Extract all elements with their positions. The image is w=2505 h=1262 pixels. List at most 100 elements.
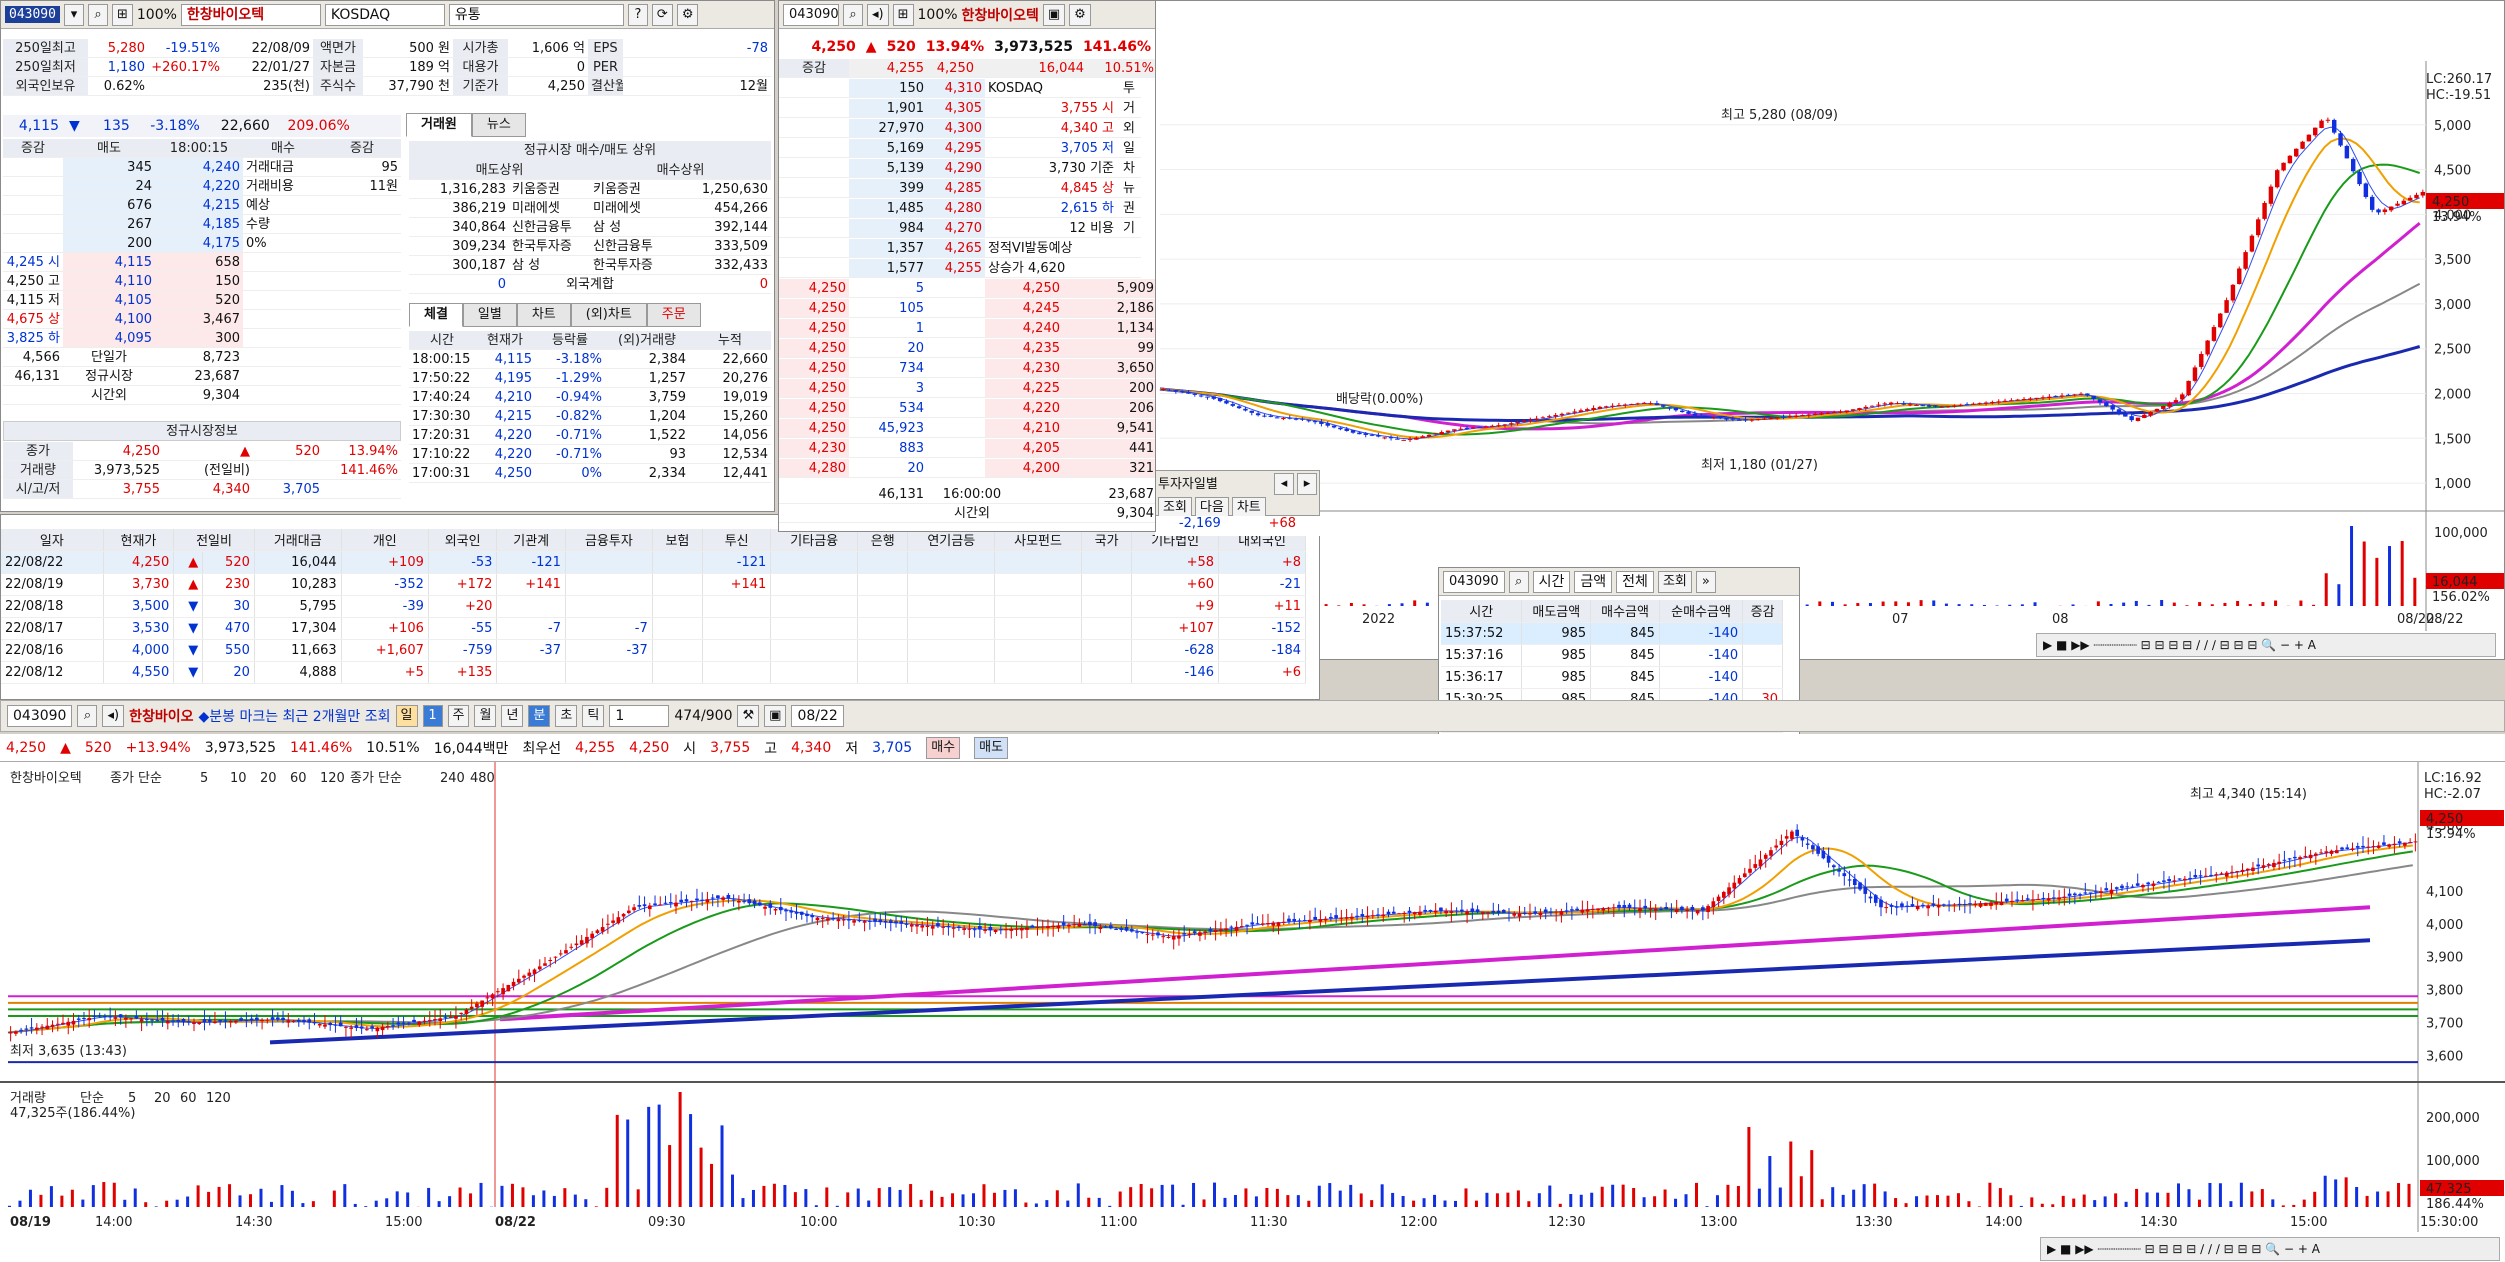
investor-row[interactable]: 22/08/19 3,730 ▲ 230 10,283 -352 +172 +141 +141 +… bbox=[1, 573, 1306, 596]
tab-ticks[interactable]: 체결 bbox=[409, 303, 463, 327]
ask-price[interactable]: 4,305 bbox=[927, 99, 985, 118]
favorite-icon[interactable]: ⊞ bbox=[111, 3, 133, 26]
dropdown-icon[interactable]: ▾ bbox=[63, 3, 84, 26]
prog-query-button[interactable]: 조회 bbox=[1657, 570, 1692, 593]
vertical-tab[interactable]: 외 bbox=[1117, 119, 1141, 138]
prog-row[interactable]: 15:37:52 985 845 -140 bbox=[1441, 622, 1783, 645]
ask-price[interactable]: 4,270 bbox=[927, 219, 985, 238]
ob-settings-icon[interactable]: ⚙ bbox=[1069, 3, 1091, 26]
bid-price[interactable]: 4,240 bbox=[985, 319, 1063, 338]
bid-price[interactable]: 4,115 bbox=[63, 253, 155, 272]
bid-price[interactable]: 4,235 bbox=[985, 339, 1063, 358]
period-year[interactable]: 년 bbox=[501, 705, 524, 727]
investor-row[interactable]: 22/08/22 4,250 ▲ 520 16,044 +109 -53 -121 -121 +5… bbox=[1, 551, 1306, 574]
investor-col-head[interactable]: 보험 bbox=[652, 529, 704, 552]
prog-filter-all[interactable]: 전체 bbox=[1616, 570, 1654, 593]
vertical-tab[interactable]: 권 bbox=[1117, 199, 1141, 218]
ob-speaker-icon[interactable]: ◂) bbox=[867, 3, 889, 26]
refresh-icon[interactable]: ⟳ bbox=[651, 3, 673, 26]
settings-icon[interactable]: ⚙ bbox=[676, 3, 699, 26]
investor-col-head[interactable]: 사모펀드 bbox=[994, 529, 1082, 552]
broker-name[interactable]: 한국투자증 bbox=[509, 237, 590, 256]
bid-price[interactable]: 4,210 bbox=[985, 419, 1063, 438]
tab-news[interactable]: 뉴스 bbox=[471, 113, 526, 137]
ask-price[interactable]: 4,310 bbox=[927, 79, 985, 98]
prog-filter-amount[interactable]: 금액 bbox=[1574, 570, 1613, 593]
ask-price[interactable]: 4,300 bbox=[927, 119, 985, 138]
chart-scroll-controls[interactable]: ▶ ■ ▶▶ ┈┈┈┈┈┈ ⊟ ⊟ ⊟ ⊟ ∕ ∕ ∕ ⊟ ⊟ ⊟ 🔍 − + … bbox=[2036, 633, 2496, 657]
investor-col-head[interactable]: 거래대금 bbox=[254, 529, 342, 552]
period-week[interactable]: 주 bbox=[447, 705, 470, 727]
tab-broker[interactable]: 거래원 bbox=[406, 113, 472, 137]
investor-col-head[interactable]: 기타금융 bbox=[770, 529, 859, 552]
ask-price[interactable]: 4,215 bbox=[155, 196, 243, 215]
bid-price[interactable]: 4,245 bbox=[985, 299, 1063, 318]
ask-price[interactable]: 4,175 bbox=[155, 234, 243, 253]
prog-search-icon[interactable]: ⌕ bbox=[1508, 570, 1529, 593]
broker-name[interactable]: 키움증권 bbox=[509, 180, 590, 199]
vertical-tab[interactable] bbox=[1117, 239, 1141, 258]
broker-name[interactable]: 삼 성 bbox=[590, 218, 671, 237]
bid-price[interactable]: 4,110 bbox=[63, 272, 155, 291]
stock-name-field[interactable]: 한창바이오텍 bbox=[180, 3, 321, 26]
vertical-tab[interactable] bbox=[1117, 259, 1141, 278]
ob-search-icon[interactable]: ⌕ bbox=[843, 3, 863, 26]
vertical-tab[interactable]: 뉴 bbox=[1117, 179, 1141, 198]
ask-price[interactable]: 4,280 bbox=[927, 199, 985, 218]
investor-col-head[interactable]: 은행 bbox=[857, 529, 909, 552]
broker-name[interactable]: 한국투자증 bbox=[590, 256, 671, 275]
prog-row[interactable]: 15:36:17 985 845 -140 bbox=[1441, 666, 1783, 689]
ob-layout-icon[interactable]: ▣ bbox=[1042, 3, 1066, 26]
buy-button[interactable]: 매수 bbox=[926, 736, 961, 759]
bid-price[interactable]: 4,205 bbox=[985, 439, 1063, 458]
period-tick[interactable]: 틱 bbox=[582, 705, 605, 727]
vertical-tab[interactable]: 일 bbox=[1117, 139, 1141, 158]
investor-row[interactable]: 22/08/12 4,550 ▼ 20 4,888 +5 +135 -146 +6 bbox=[1, 661, 1306, 684]
prog-code-input[interactable]: 043090 bbox=[1443, 570, 1505, 593]
ob-fav-icon[interactable]: ⊞ bbox=[892, 3, 914, 26]
tab-chart[interactable]: 차트 bbox=[516, 303, 571, 327]
investor-col-head[interactable]: 투신 bbox=[702, 529, 772, 552]
prog-more-icon[interactable]: » bbox=[1695, 570, 1716, 593]
bid-price[interactable]: 4,200 bbox=[985, 459, 1063, 478]
broker-name[interactable]: 신한금융투 bbox=[509, 218, 590, 237]
ask-price[interactable]: 4,265 bbox=[927, 239, 985, 258]
bid-price[interactable]: 4,250 bbox=[985, 279, 1063, 298]
period-minute[interactable]: 분 bbox=[528, 705, 551, 727]
period-n[interactable]: 1 bbox=[422, 705, 443, 727]
bid-price[interactable]: 4,105 bbox=[63, 291, 155, 310]
mc-tool-icon[interactable]: ⚒ bbox=[737, 705, 760, 727]
investor-col-head[interactable]: 외국인 bbox=[428, 529, 498, 552]
mc-search-icon[interactable]: ⌕ bbox=[77, 705, 98, 727]
investor-col-head[interactable]: 기관계 bbox=[496, 529, 566, 552]
broker-name[interactable]: 미래에셋 bbox=[509, 199, 590, 218]
prog-filter-time[interactable]: 시간 bbox=[1532, 570, 1571, 593]
period-month[interactable]: 월 bbox=[474, 705, 497, 727]
broker-name[interactable]: 미래에셋 bbox=[590, 199, 671, 218]
minute-scroll-controls[interactable]: ▶ ■ ▶▶ ┈┈┈┈┈┈ ⊟ ⊟ ⊟ ⊟ ∕ ∕ ∕ ⊟ ⊟ ⊟ 🔍 − + … bbox=[2040, 1237, 2500, 1261]
bid-price[interactable]: 4,225 bbox=[985, 379, 1063, 398]
investor-col-head[interactable]: 일자 bbox=[1, 529, 104, 552]
investor-row[interactable]: 22/08/17 3,530 ▼ 470 17,304 +106 -55 -7 -7 +107 -1… bbox=[1, 617, 1306, 640]
investor-col-head[interactable]: 금융투자 bbox=[565, 529, 653, 552]
investor-col-head[interactable]: 연기금등 bbox=[907, 529, 996, 552]
help-icon[interactable]: ? bbox=[627, 3, 648, 26]
mc-date-input[interactable]: 08/22 bbox=[791, 705, 844, 727]
stock-code-input[interactable]: 043090 bbox=[5, 6, 60, 23]
ask-price[interactable]: 4,240 bbox=[155, 158, 243, 177]
broker-name[interactable]: 키움증권 bbox=[590, 180, 671, 199]
vertical-tab[interactable]: 거 bbox=[1117, 99, 1141, 118]
vertical-tab[interactable]: 기 bbox=[1117, 219, 1141, 238]
sell-button[interactable]: 매도 bbox=[974, 736, 1009, 759]
prev-icon[interactable]: ◂ bbox=[1274, 473, 1294, 495]
broker-name[interactable]: 신한금융투 bbox=[590, 237, 671, 256]
tab-foreign-chart[interactable]: (외)차트 bbox=[570, 303, 647, 327]
ask-price[interactable]: 4,220 bbox=[155, 177, 243, 196]
ob-code-input[interactable]: 043090 bbox=[783, 3, 839, 26]
ask-price[interactable]: 4,255 bbox=[927, 259, 985, 278]
investor-tab-label[interactable]: 투자자일별 bbox=[1158, 473, 1271, 495]
ask-price[interactable]: 4,185 bbox=[155, 215, 243, 234]
next-icon[interactable]: ▸ bbox=[1297, 473, 1317, 495]
investor-row[interactable]: 22/08/18 3,500 ▼ 30 5,795 -39 +20 +9 +11 bbox=[1, 595, 1306, 618]
mc-speaker-icon[interactable]: ◂) bbox=[102, 705, 125, 727]
